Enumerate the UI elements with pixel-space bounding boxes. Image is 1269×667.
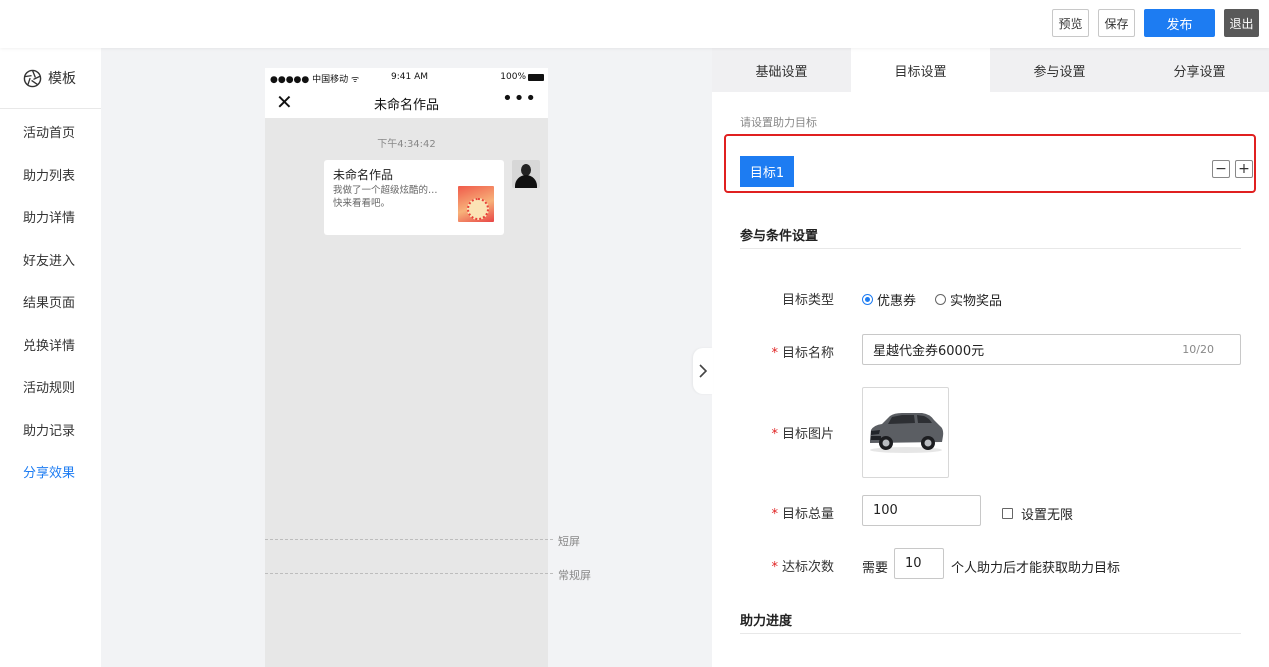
- regular-screen-label: 常规屏: [558, 569, 591, 582]
- tab-basic-settings[interactable]: 基础设置: [712, 48, 851, 92]
- sidebar-item-activity-home[interactable]: 活动首页: [23, 122, 75, 141]
- radio-coupon[interactable]: 优惠券: [862, 290, 916, 309]
- required-mark: *: [771, 507, 778, 522]
- target-image-upload[interactable]: [862, 387, 949, 478]
- section-divider: [740, 633, 1241, 634]
- sidebar-template-label: 模板: [48, 71, 76, 87]
- reach-count-input[interactable]: 10: [894, 548, 944, 579]
- target-name-label: * 目标名称: [724, 342, 834, 361]
- phone-nav-bar: ✕ 未命名作品 •••: [265, 86, 548, 118]
- tab-participation-settings[interactable]: 参与设置: [990, 48, 1129, 92]
- battery-icon: [528, 73, 544, 81]
- radio-coupon-label: 优惠券: [877, 294, 917, 309]
- sidebar-item-friend-entry[interactable]: 好友进入: [23, 250, 75, 269]
- share-card-desc-line1: 我做了一个超级炫酷的…: [333, 185, 438, 196]
- target-name-char-count: 10/20: [1182, 343, 1214, 356]
- sidebar-item-redeem-detail[interactable]: 兑换详情: [23, 335, 75, 354]
- phone-preview: ●●●●● 中国移动 ᯤ 9:41 AM 100% ✕ 未命名作品 ••• 下午…: [265, 68, 548, 667]
- target-hint: 请设置助力目标: [740, 116, 817, 129]
- section-conditions-title: 参与条件设置: [740, 229, 819, 244]
- target-total-label: * 目标总量: [724, 503, 834, 522]
- tab-target-settings[interactable]: 目标设置: [851, 48, 990, 92]
- sidebar-item-help-detail[interactable]: 助力详情: [23, 207, 75, 226]
- regular-screen-line: [265, 573, 553, 574]
- unlimited-checkbox[interactable]: 设置无限: [1002, 504, 1073, 523]
- section-progress-title: 助力进度: [740, 614, 793, 629]
- sidebar-item-help-list[interactable]: 助力列表: [23, 165, 75, 184]
- status-carrier: ●●●●● 中国移动 ᯤ: [270, 75, 360, 85]
- aperture-icon: [23, 69, 42, 87]
- target-name-value: 星越代金券6000元: [873, 344, 985, 359]
- share-card: 未命名作品 我做了一个超级炫酷的… 快来看看吧。: [324, 160, 504, 235]
- avatar: [512, 160, 540, 188]
- reach-count-prefix: 需要: [862, 561, 889, 576]
- sidebar-item-share-effect[interactable]: 分享效果: [23, 462, 75, 481]
- target-total-value: 100: [873, 503, 898, 518]
- required-mark: *: [771, 346, 778, 361]
- publish-button[interactable]: 发布: [1144, 9, 1215, 37]
- sidebar-item-activity-rules[interactable]: 活动规则: [23, 377, 75, 396]
- required-mark: *: [771, 427, 778, 442]
- target-image-label: * 目标图片: [724, 423, 834, 442]
- save-button[interactable]: 保存: [1098, 9, 1135, 37]
- short-screen-line: [265, 539, 553, 540]
- required-mark: *: [771, 560, 778, 575]
- share-card-desc: 我做了一个超级炫酷的… 快来看看吧。: [333, 184, 451, 210]
- share-card-title: 未命名作品: [333, 168, 394, 182]
- radio-physical-prize-label: 实物奖品: [950, 294, 1003, 309]
- top-toolbar: 预览 保存 发布 退出: [0, 0, 1269, 48]
- settings-panel: 基础设置 目标设置 参与设置 分享设置 请设置助力目标 目标1 − + 参与条件…: [712, 48, 1269, 667]
- share-card-thumbnail: [458, 186, 494, 222]
- chevron-right-icon: [699, 364, 708, 378]
- preview-button[interactable]: 预览: [1052, 9, 1089, 37]
- section-divider: [740, 248, 1241, 249]
- reach-count-suffix: 个人助力后才能获取助力目标: [951, 561, 1121, 576]
- radio-dot: [862, 294, 873, 305]
- checkbox-box: [1002, 508, 1013, 519]
- radio-physical-prize[interactable]: 实物奖品: [935, 290, 1002, 309]
- reach-count-label-text: 达标次数: [781, 560, 834, 575]
- reach-count-value: 10: [905, 556, 922, 571]
- sidebar-template[interactable]: 模板: [0, 48, 101, 109]
- sidebar: 模板 活动首页 助力列表 助力详情 好友进入 结果页面 兑换详情 活动规则 助力…: [0, 48, 101, 667]
- battery-text: 100%: [500, 72, 526, 82]
- preview-canvas: ●●●●● 中国移动 ᯤ 9:41 AM 100% ✕ 未命名作品 ••• 下午…: [101, 48, 712, 667]
- more-icon: •••: [502, 88, 537, 109]
- remove-target-button[interactable]: −: [1212, 160, 1230, 178]
- collapse-panel-button[interactable]: [693, 348, 713, 394]
- phone-status-bar: ●●●●● 中国移动 ᯤ 9:41 AM 100%: [265, 68, 548, 86]
- chat-timestamp: 下午4:34:42: [377, 139, 436, 150]
- target-total-input[interactable]: 100: [862, 495, 981, 526]
- target-type-label-text: 目标类型: [781, 293, 834, 308]
- short-screen-label: 短屏: [558, 535, 580, 548]
- sidebar-item-help-records[interactable]: 助力记录: [23, 420, 75, 439]
- status-time: 9:41 AM: [391, 72, 428, 82]
- target-type-label: 目标类型: [724, 289, 834, 308]
- exit-button[interactable]: 退出: [1224, 9, 1259, 37]
- settings-tabs: 基础设置 目标设置 参与设置 分享设置: [712, 48, 1269, 92]
- reach-count-label: * 达标次数: [724, 556, 834, 575]
- target-name-input[interactable]: 星越代金券6000元 10/20: [862, 334, 1241, 365]
- share-card-desc-line2: 快来看看吧。: [333, 198, 391, 209]
- target-tag-1[interactable]: 目标1: [740, 156, 794, 187]
- tab-share-settings[interactable]: 分享设置: [1130, 48, 1269, 92]
- radio-dot: [935, 294, 946, 305]
- add-target-button[interactable]: +: [1235, 160, 1253, 178]
- target-image-label-text: 目标图片: [781, 427, 834, 442]
- target-name-label-text: 目标名称: [781, 346, 834, 361]
- sidebar-item-result-page[interactable]: 结果页面: [23, 292, 75, 311]
- target-list: 目标1 − +: [724, 134, 1256, 193]
- target-total-label-text: 目标总量: [781, 507, 834, 522]
- battery-indicator: 100%: [500, 72, 544, 82]
- car-image: [870, 413, 944, 453]
- unlimited-label: 设置无限: [1021, 508, 1074, 523]
